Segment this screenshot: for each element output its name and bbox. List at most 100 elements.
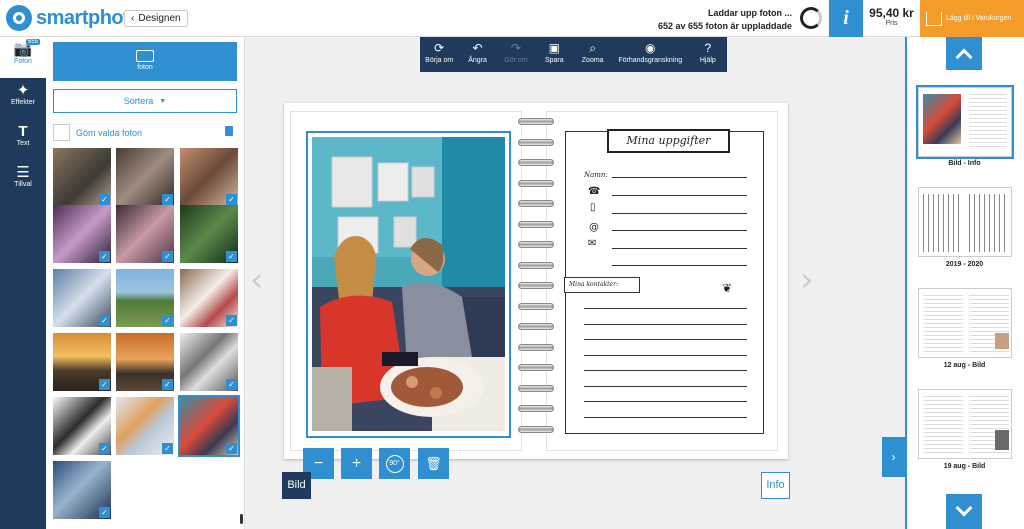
- thumb-photo: [923, 94, 961, 144]
- form-line: [612, 248, 747, 249]
- info-icon: i: [843, 7, 849, 29]
- info-button[interactable]: i: [829, 0, 863, 37]
- zoom-in-button[interactable]: +: [341, 448, 372, 479]
- chevron-right-icon: ›: [891, 450, 896, 464]
- photo-thumb[interactable]: ✓: [53, 333, 111, 391]
- spiral-ring: [518, 302, 554, 310]
- spiral-ring: [518, 405, 554, 412]
- save-button[interactable]: ▣ Spara: [535, 37, 573, 72]
- nav-item-text[interactable]: T Text: [0, 119, 46, 160]
- chevron-down-icon: [955, 499, 973, 517]
- check-icon: ✓: [99, 443, 110, 454]
- trash-icon[interactable]: [225, 126, 233, 136]
- expand-pages-button[interactable]: ›: [882, 437, 905, 477]
- delete-photo-button[interactable]: 🗑: [418, 448, 449, 479]
- photo-thumb[interactable]: ✓: [180, 269, 238, 327]
- nav-item-options[interactable]: ☰ Tillval: [0, 160, 46, 201]
- left-page-label[interactable]: Bild: [282, 472, 311, 499]
- cart-label: Lägg till i Varukorgen: [946, 15, 1012, 22]
- photo-thumb-selected[interactable]: ✓: [178, 395, 240, 457]
- upload-status: Laddar upp foton ... 652 av 655 foton är…: [658, 7, 792, 33]
- panel-scrollbar[interactable]: [240, 514, 243, 524]
- photo-thumb[interactable]: ✓: [53, 461, 111, 519]
- page-thumb-3[interactable]: [918, 288, 1012, 358]
- thumb-calendar: [969, 194, 1009, 252]
- check-icon: ✓: [162, 194, 173, 205]
- spiral-ring: [518, 138, 554, 146]
- restart-button[interactable]: ⟳ Börja om: [420, 37, 458, 72]
- page-label-3: 12 aug - Bild: [943, 362, 986, 369]
- form-line: [612, 230, 747, 231]
- photo-thumb[interactable]: ✓: [53, 148, 111, 206]
- page-thumb-4[interactable]: [918, 389, 1012, 459]
- spiral-ring: [518, 323, 554, 330]
- nav-item-effects[interactable]: ✦ Effekter: [0, 78, 46, 119]
- sort-dropdown[interactable]: Sortera ▼: [53, 89, 237, 113]
- nav-item-photos[interactable]: 📷 655 Foton: [0, 37, 46, 78]
- thumb-form: [969, 94, 1007, 148]
- check-icon: ✓: [226, 251, 237, 262]
- check-icon: ✓: [99, 315, 110, 326]
- refresh-icon: ⟳: [434, 41, 445, 55]
- photo-thumb[interactable]: ✓: [116, 205, 174, 263]
- add-photos-label: foton: [137, 64, 153, 71]
- top-bar: smartphoto ‹ Designen Laddar upp foton .…: [0, 0, 1024, 37]
- form-line: [612, 177, 747, 178]
- contact-line: [584, 416, 747, 418]
- photo-frame[interactable]: [306, 131, 511, 438]
- scroll-up-button[interactable]: [946, 37, 982, 70]
- check-icon: ✓: [226, 443, 237, 454]
- photo-thumb[interactable]: ✓: [180, 205, 238, 263]
- save-label: Spara: [544, 57, 564, 64]
- spiral-ring: [518, 343, 554, 351]
- smartphoto-logo[interactable]: smartphoto: [6, 5, 142, 31]
- right-page-label[interactable]: Info: [761, 472, 790, 499]
- upload-spinner-icon: [800, 7, 822, 29]
- contact-line: [584, 370, 747, 371]
- undo-button[interactable]: ↶ Ångra: [458, 37, 496, 72]
- contact-line: [584, 339, 747, 340]
- price-label: Pris: [885, 20, 898, 27]
- chevron-left-icon: ‹: [131, 13, 135, 24]
- back-to-design-button[interactable]: ‹ Designen: [124, 10, 188, 27]
- save-icon: ▣: [548, 41, 560, 55]
- preview-button[interactable]: ◉ Förhandsgranskning: [612, 37, 689, 72]
- photo-thumb[interactable]: ✓: [180, 333, 238, 391]
- photo-thumb[interactable]: ✓: [116, 269, 174, 327]
- hide-selected-checkbox[interactable]: [53, 124, 70, 141]
- photo-thumb[interactable]: ✓: [53, 205, 111, 263]
- redo-button[interactable]: ↷ Gör om: [497, 37, 535, 72]
- prev-page-arrow-icon[interactable]: ‹: [250, 260, 264, 300]
- search-icon: ⌕: [589, 41, 597, 55]
- photo-thumb[interactable]: ✓: [116, 397, 174, 455]
- add-photos-button[interactable]: foton: [53, 42, 237, 81]
- next-page-arrow-icon[interactable]: ›: [800, 260, 814, 300]
- at-icon: @: [589, 222, 599, 233]
- zoom-button[interactable]: ⌕ Zooma: [574, 37, 612, 72]
- add-to-cart-button[interactable]: Lägg till i Varukorgen: [920, 0, 1024, 37]
- page-thumb-1[interactable]: [916, 85, 1014, 159]
- hide-selected-row: Göm valda foton: [53, 124, 237, 141]
- help-button[interactable]: ? Hjälp: [689, 37, 727, 72]
- spiral-ring: [518, 364, 554, 371]
- rotate-button[interactable]: 90°: [379, 448, 410, 479]
- chevron-up-icon: [955, 48, 973, 66]
- scroll-down-button[interactable]: [946, 494, 982, 529]
- photo-thumb[interactable]: ✓: [180, 148, 238, 206]
- sort-label: Sortera: [123, 96, 154, 106]
- photo-thumb[interactable]: ✓: [53, 269, 111, 327]
- thumb-week: [923, 295, 963, 353]
- nav-label-effects: Effekter: [11, 99, 35, 106]
- back-label: Designen: [138, 13, 181, 24]
- thumb-week: [923, 396, 963, 454]
- magic-wand-icon: ✦: [16, 82, 30, 99]
- photo-thumb[interactable]: ✓: [116, 148, 174, 206]
- contact-line: [584, 308, 747, 309]
- photo-thumb[interactable]: ✓: [53, 397, 111, 455]
- photo-thumb[interactable]: ✓: [116, 333, 174, 391]
- main-photo[interactable]: [312, 137, 505, 431]
- phone-icon: ☎: [588, 186, 601, 197]
- form-title: Mina uppgifter: [607, 129, 730, 153]
- spiral-ring: [518, 384, 554, 392]
- page-thumb-2[interactable]: [918, 187, 1012, 257]
